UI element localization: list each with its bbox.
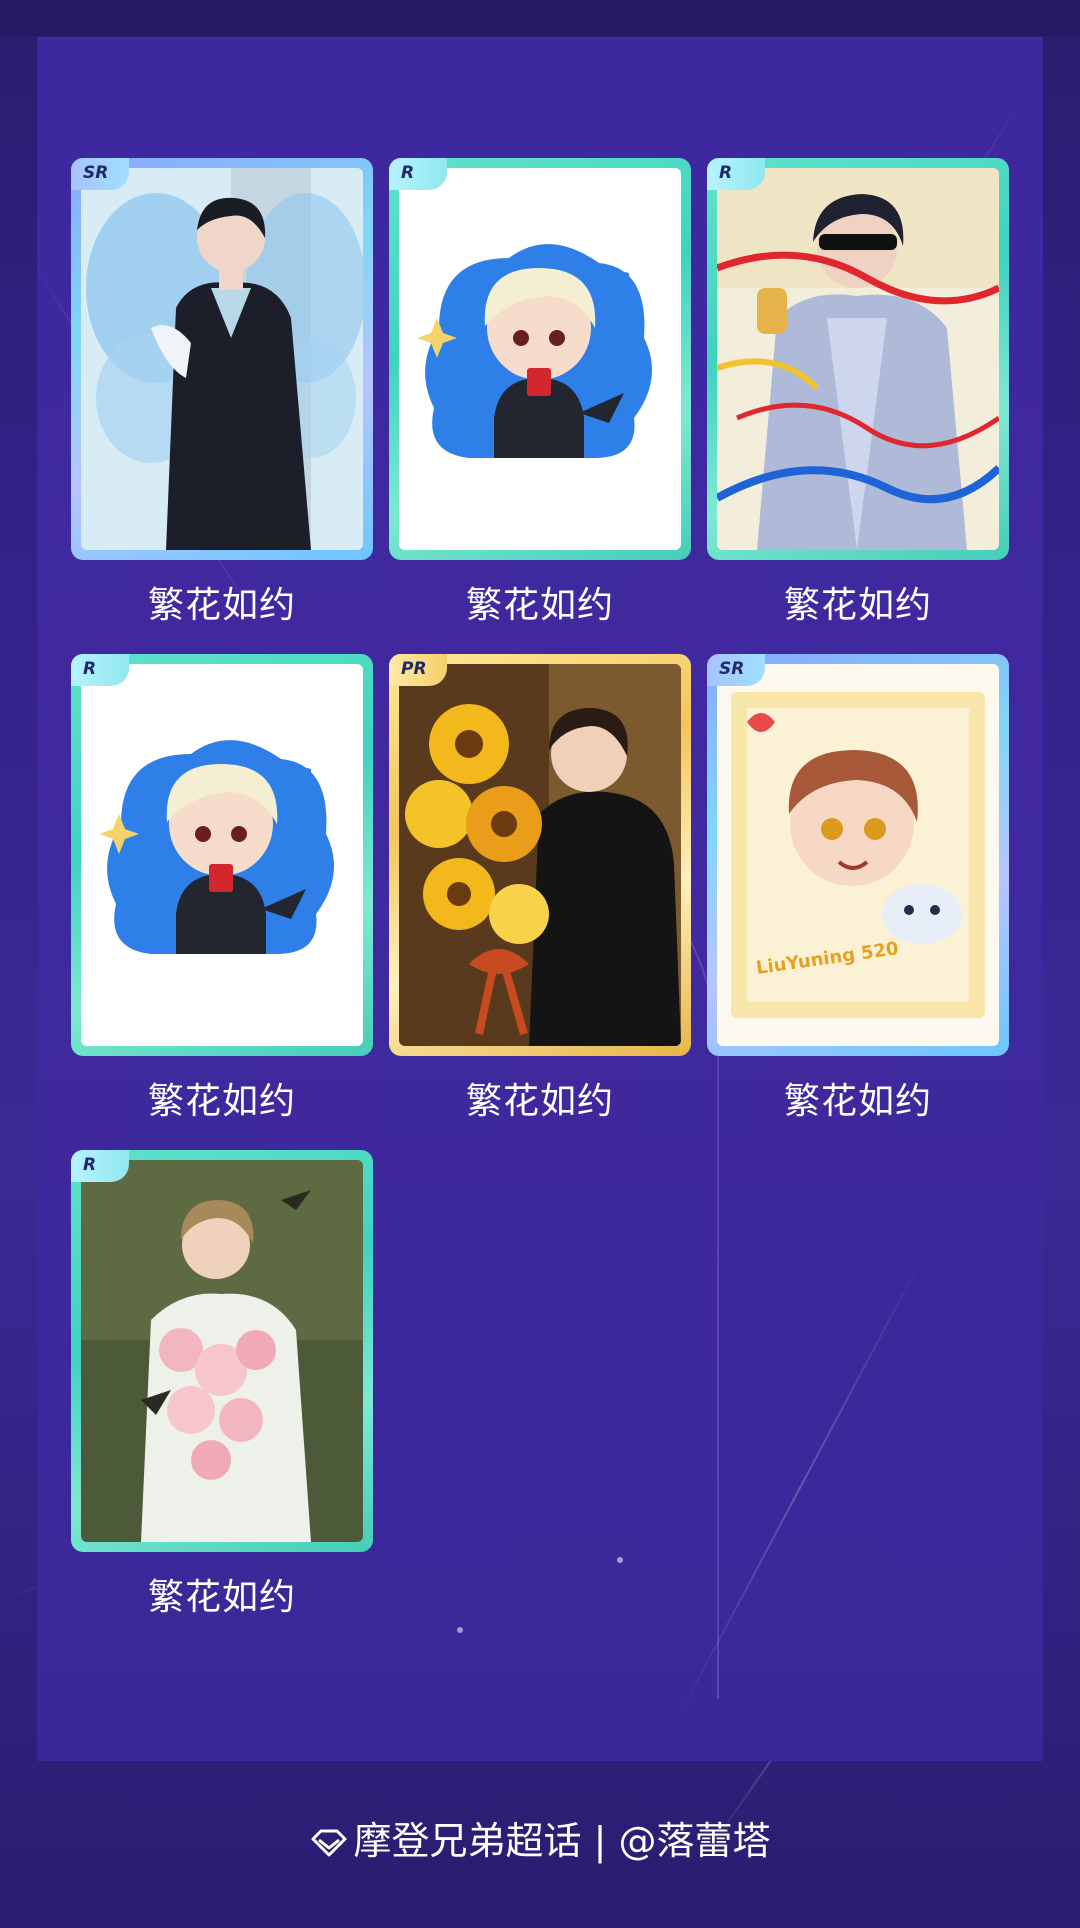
card-frame[interactable]: R <box>707 158 1009 560</box>
man-holding-sunflower-bouquet-icon <box>399 664 681 1046</box>
card-name: 繁花如约 <box>465 585 614 626</box>
card-item[interactable]: R 繁花如约 <box>71 654 373 1124</box>
card-item[interactable]: R 繁花如约 <box>707 158 1009 628</box>
card-art <box>399 664 681 1046</box>
card-name: 繁花如约 <box>147 1081 296 1122</box>
card-art <box>81 664 363 1046</box>
card-frame[interactable]: PR <box>389 654 691 1056</box>
card-name: 繁花如约 <box>783 1081 932 1122</box>
card-item[interactable]: PR 繁花如约 <box>389 654 691 1124</box>
card-art <box>399 168 681 550</box>
top-strip <box>0 0 1080 36</box>
rarity-badge: SR <box>71 158 129 190</box>
chibi-boy-with-dog-icon: LiuYuning 520 <box>717 664 999 1046</box>
footer-credit: 摩登兄弟超话 | @落蕾塔 <box>0 1810 1080 1865</box>
chibi-blond-vampire-icon <box>399 168 681 550</box>
sparkle <box>457 1627 463 1633</box>
man-blindfold-silver-jacket-ribbons-icon <box>717 168 999 550</box>
footer-text: 摩登兄弟超话 | @落蕾塔 <box>353 1819 771 1863</box>
rarity-badge: R <box>71 1150 129 1182</box>
card-name: 繁花如约 <box>147 1577 296 1618</box>
card-frame[interactable]: SR <box>71 158 373 560</box>
rarity-badge: PR <box>389 654 447 686</box>
card-art <box>81 1160 363 1542</box>
card-item[interactable]: SR LiuYuning 520 繁花如约 <box>707 654 1009 1124</box>
card-item[interactable]: R 繁花如约 <box>71 1150 373 1620</box>
rarity-badge: R <box>707 158 765 190</box>
card-name: 繁花如约 <box>783 585 932 626</box>
card-frame[interactable]: R <box>71 654 373 1056</box>
rarity-badge: SR <box>707 654 765 686</box>
diamond-icon <box>311 1829 347 1857</box>
card-art: LiuYuning 520 <box>717 664 999 1046</box>
card-frame[interactable]: R <box>389 158 691 560</box>
card-collection-panel: SR 繁花如约 R 繁花如约 R 繁花如约 R 繁花如约 PR 繁花如约 SR … <box>37 37 1043 1761</box>
card-name: 繁花如约 <box>147 585 296 626</box>
sparkle <box>617 1557 623 1563</box>
chibi-blond-vampire-icon <box>81 664 363 1046</box>
card-art <box>717 168 999 550</box>
card-art <box>81 168 363 550</box>
rarity-badge: R <box>71 654 129 686</box>
man-in-suit-with-butterfly-wings-icon <box>81 168 363 550</box>
man-with-pink-flowers-and-birds-icon <box>81 1160 363 1542</box>
card-name: 繁花如约 <box>465 1081 614 1122</box>
rarity-badge: R <box>389 158 447 190</box>
card-item[interactable]: R 繁花如约 <box>389 158 691 628</box>
card-frame[interactable]: R <box>71 1150 373 1552</box>
card-frame[interactable]: SR LiuYuning 520 <box>707 654 1009 1056</box>
card-item[interactable]: SR 繁花如约 <box>71 158 373 628</box>
